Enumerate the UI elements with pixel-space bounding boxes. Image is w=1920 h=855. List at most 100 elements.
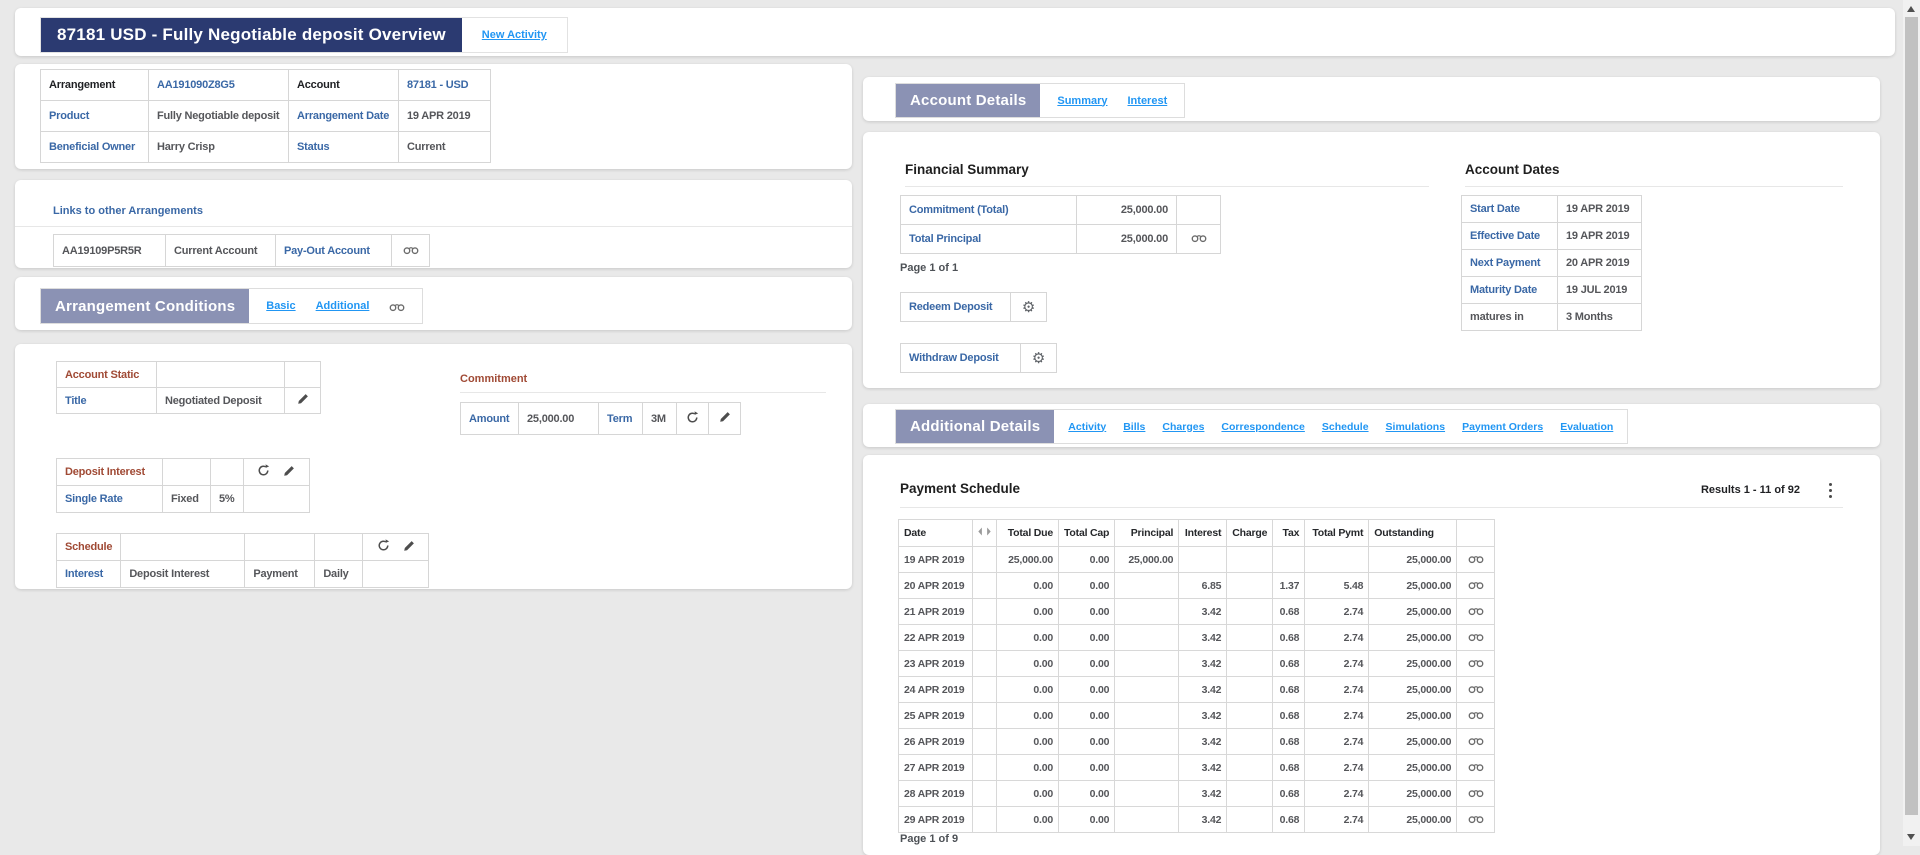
cell-drag — [972, 676, 997, 703]
cell-value: 0.00 — [996, 624, 1059, 651]
additional-details-strip: Additional Details Activity Bills Charges C… — [895, 409, 1629, 444]
col-charge[interactable]: Charge — [1226, 519, 1274, 547]
edit-icon[interactable] — [719, 411, 731, 423]
deposit-interest-title: Deposit Interest — [56, 458, 163, 486]
col-outstanding[interactable]: Outstanding — [1368, 519, 1458, 547]
col-tax[interactable]: Tax — [1272, 519, 1306, 547]
payment-schedule-row: 21 APR 2019 0.00 0.00 3.42 0.68 2.74 25,000.00 — [898, 598, 1496, 625]
cell-value — [1114, 754, 1180, 781]
cell-value — [1114, 676, 1180, 703]
view-icon[interactable] — [1468, 735, 1484, 746]
cell-value: 0.00 — [1057, 780, 1116, 807]
account-id-link[interactable]: 87181 - USD — [398, 69, 491, 101]
tab-basic[interactable]: Basic — [266, 300, 295, 312]
scroll-down-icon[interactable] — [1907, 834, 1915, 840]
tab-summary[interactable]: Summary — [1057, 95, 1107, 107]
cell-value — [1272, 546, 1306, 573]
col-total-due[interactable]: Total Due — [996, 519, 1059, 547]
linked-arrangement-role-link[interactable]: Pay-Out Account — [275, 234, 392, 267]
column-resize-icon[interactable] — [972, 519, 997, 547]
payment-schedule-title: Payment Schedule — [900, 481, 1021, 496]
tab-interest[interactable]: Interest — [1128, 95, 1168, 107]
view-icon[interactable] — [389, 301, 405, 312]
view-icon[interactable] — [403, 244, 419, 255]
cell-value: 2.74 — [1304, 806, 1370, 833]
account-static-table: Account Static Title Negotiated Deposit — [56, 361, 321, 414]
col-principal[interactable]: Principal — [1114, 519, 1180, 547]
view-icon[interactable] — [1468, 579, 1484, 590]
view-icon[interactable] — [1468, 657, 1484, 668]
view-icon[interactable] — [1468, 787, 1484, 798]
view-icon[interactable] — [1468, 813, 1484, 824]
financial-summary-table: Commitment (Total) 25,000.00 Total Princ… — [900, 195, 1221, 254]
gear-icon[interactable]: ⚙ — [1032, 349, 1045, 367]
financial-summary-pager: Page 1 of 1 — [900, 262, 959, 274]
cell-value: 0.68 — [1272, 650, 1306, 677]
cell-value: 3.42 — [1178, 624, 1228, 651]
col-date[interactable]: Date — [898, 519, 973, 547]
cell-date: 29 APR 2019 — [898, 806, 973, 833]
tab-schedule[interactable]: Schedule — [1322, 421, 1369, 433]
withdraw-deposit-button[interactable]: Withdraw Deposit ⚙ — [900, 343, 1057, 373]
view-icon[interactable] — [1468, 683, 1484, 694]
cell-value — [1114, 650, 1180, 677]
new-activity-link[interactable]: New Activity — [482, 29, 547, 41]
col-total-cap[interactable]: Total Cap — [1057, 519, 1116, 547]
tab-correspondence[interactable]: Correspondence — [1221, 421, 1304, 433]
table-row: Amount 25,000.00 Term 3M — [460, 402, 741, 435]
tab-additional[interactable]: Additional — [316, 300, 370, 312]
payment-schedule-row: 29 APR 2019 0.00 0.00 3.42 0.68 2.74 25,000.00 — [898, 806, 1496, 833]
links-title: Links to other Arrangements — [53, 205, 203, 217]
more-options-icon[interactable] — [1823, 481, 1838, 500]
cell-value: 2.74 — [1304, 754, 1370, 781]
view-icon[interactable] — [1191, 232, 1207, 243]
cell-value: 2.74 — [1304, 728, 1370, 755]
tab-simulations[interactable]: Simulations — [1386, 421, 1446, 433]
cell-value — [1226, 624, 1274, 651]
view-icon[interactable] — [1468, 631, 1484, 642]
tab-activity[interactable]: Activity — [1068, 421, 1106, 433]
payment-schedule-row: 25 APR 2019 0.00 0.00 3.42 0.68 2.74 25,000.00 — [898, 702, 1496, 729]
cell-actions — [1456, 676, 1496, 703]
cell-value: 0.68 — [1272, 676, 1306, 703]
cell-value: 25,000.00 — [1368, 702, 1458, 729]
cell-value: 25,000.00 — [1368, 598, 1458, 625]
cell-date: 21 APR 2019 — [898, 598, 973, 625]
edit-icon[interactable] — [283, 465, 295, 477]
col-interest[interactable]: Interest — [1178, 519, 1228, 547]
withdraw-deposit-label[interactable]: Withdraw Deposit — [900, 343, 1021, 373]
scrollbar-thumb[interactable] — [1905, 17, 1918, 815]
redeem-deposit-button[interactable]: Redeem Deposit ⚙ — [900, 292, 1047, 322]
edit-icon[interactable] — [297, 393, 309, 405]
cell-date: 22 APR 2019 — [898, 624, 973, 651]
edit-icon[interactable] — [403, 540, 415, 552]
vertical-scrollbar[interactable] — [1903, 0, 1920, 846]
cell-value — [1178, 546, 1228, 573]
tab-bills[interactable]: Bills — [1123, 421, 1145, 433]
cell-value — [1226, 806, 1274, 833]
cell-value: 2.74 — [1304, 624, 1370, 651]
cell-value: 0.00 — [1057, 650, 1116, 677]
tab-payment-orders[interactable]: Payment Orders — [1462, 421, 1543, 433]
redeem-deposit-label[interactable]: Redeem Deposit — [900, 292, 1011, 322]
tab-charges[interactable]: Charges — [1162, 421, 1204, 433]
cell-value — [1114, 702, 1180, 729]
col-total-pymt[interactable]: Total Pymt — [1304, 519, 1370, 547]
cell-value: 2.74 — [1304, 650, 1370, 677]
scroll-up-icon[interactable] — [1907, 6, 1915, 12]
cell-value — [1114, 598, 1180, 625]
view-icon[interactable] — [1468, 709, 1484, 720]
payment-schedule-header-row: Date Total Due Total Cap Principal Inter… — [898, 519, 1496, 547]
refresh-icon[interactable] — [257, 464, 270, 477]
view-icon[interactable] — [1468, 761, 1484, 772]
view-icon[interactable] — [1468, 605, 1484, 616]
cell-actions — [1456, 624, 1496, 651]
table-row: Arrangement AA191090Z8G5 Account 87181 -… — [40, 69, 491, 101]
beneficial-owner-value: Harry Crisp — [148, 131, 289, 163]
refresh-icon[interactable] — [686, 410, 699, 424]
tab-evaluation[interactable]: Evaluation — [1560, 421, 1613, 433]
gear-icon[interactable]: ⚙ — [1022, 298, 1035, 316]
refresh-icon[interactable] — [377, 539, 390, 552]
arrangement-id-link[interactable]: AA191090Z8G5 — [148, 69, 289, 101]
view-icon[interactable] — [1468, 553, 1484, 564]
